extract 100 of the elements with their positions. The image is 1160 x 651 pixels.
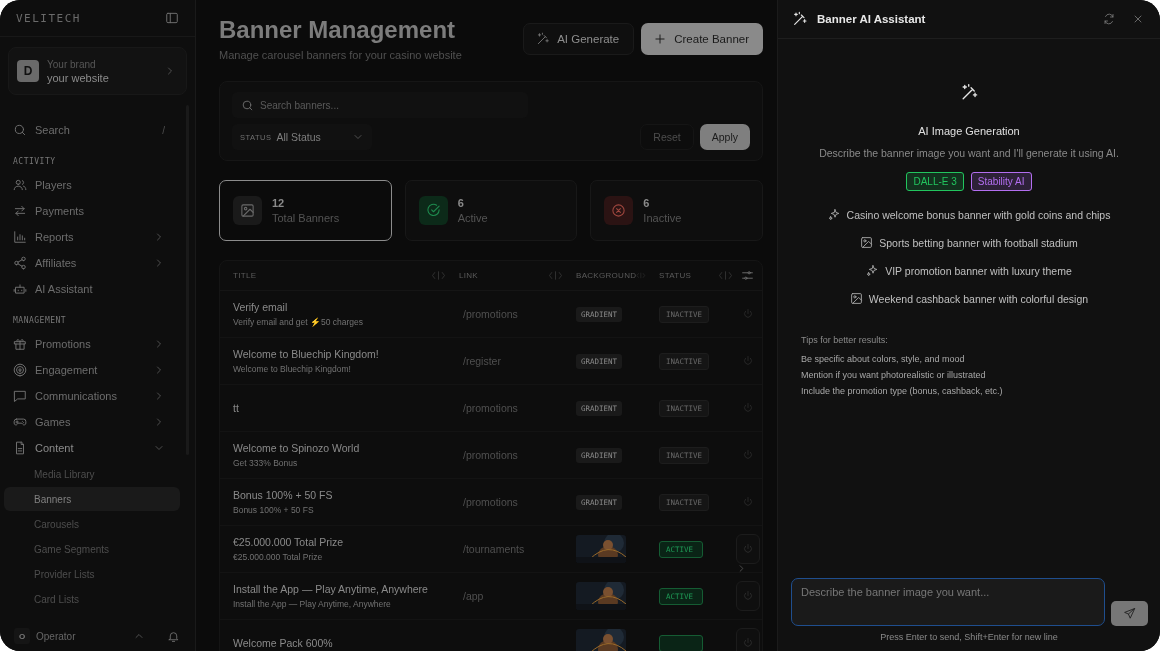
banner-title: tt [233,402,239,414]
suggestion-item[interactable]: Sports betting banner with football stadium [860,236,1078,249]
send-button[interactable] [1111,601,1148,626]
bell-icon[interactable] [167,629,180,643]
stat-card[interactable]: 6 Inactive [590,180,763,241]
banner-title: €25.000.000 Total Prize [233,536,344,548]
column-header[interactable]: TITLE [233,271,257,280]
chat-icon [13,389,27,403]
banner-title: Bonus 100% + 50 FS [233,489,333,501]
arrows-icon [13,204,27,218]
search-nav-item[interactable]: Search / [0,117,191,143]
stat-label: Active [457,212,488,224]
banner-subtitle: Install the App — Play Anytime, Anywhere [233,599,391,609]
power-button[interactable] [735,581,760,611]
nav-item[interactable]: Payments [0,198,191,224]
shortcut-key: / [162,124,165,136]
tip-text: Mention if you want photorealistic or illustrated [801,370,987,380]
plus-icon [653,32,668,46]
brand-label: Your brand [47,58,97,70]
power-icon[interactable] [741,402,754,414]
column-resize-icon[interactable] [718,271,733,280]
nav-item[interactable]: Communications [0,383,191,409]
banner-subtitle: Get 333% Bonus [233,458,298,468]
bar-chart-icon [13,230,27,244]
ai-generate-button[interactable]: AI Generate [523,23,635,55]
stat-card[interactable]: 6 Active [404,180,578,241]
reset-button[interactable]: Reset [640,124,694,150]
share-icon [13,256,27,270]
create-banner-button[interactable]: Create Banner [641,23,763,55]
user-name[interactable]: Operator [36,630,127,642]
banner-title: Install the App — Play Anytime, Anywhere [233,583,428,595]
target-icon [13,363,27,377]
suggestion-item[interactable]: VIP promotion banner with luxury theme [866,264,1072,277]
nav-item[interactable]: Promotions [0,331,191,357]
power-icon[interactable] [741,308,754,320]
user-avatar: O [14,628,30,644]
power-icon[interactable] [741,449,754,461]
nav-subitem[interactable]: Card Lists [4,587,180,611]
nav-subitem[interactable]: Media Library [4,462,180,486]
banner-subtitle: Verify email and get ⚡50 charges [233,317,364,327]
sparkle-icon [866,264,880,277]
search-icon [13,123,27,137]
power-icon[interactable] [741,355,754,367]
power-icon[interactable] [741,496,754,508]
description: Describe the banner image you want and I'll generate it using AI. [819,147,1119,159]
section-heading: ACTIVITY [12,156,57,168]
banner-title: Welcome Pack 600% [233,637,333,649]
column-header[interactable]: BACKGROUND [576,271,637,280]
brand-site: your website [47,71,110,84]
banner-title: Welcome to Spinozo World [233,442,360,454]
nav-item[interactable]: Players [0,172,191,198]
column-resize-icon[interactable] [548,271,563,280]
power-icon[interactable] [741,590,754,602]
column-settings-icon[interactable] [741,269,754,282]
stat-label: Total Banners [272,212,340,224]
nav-item[interactable]: Engagement [0,357,191,383]
power-icon[interactable] [741,543,754,555]
nav-item[interactable]: Games [0,409,191,435]
nav-item[interactable]: Reports [0,224,191,250]
tip-text: Be specific about colors, style, and mood [801,354,966,364]
nav-subitem[interactable]: Game Segments [4,537,180,561]
input-hint: Press Enter to send, Shift+Enter for new line [879,631,1059,644]
sidebar-toggle-icon[interactable] [165,11,179,25]
stat-label: Inactive [643,212,682,224]
banner-subtitle: €25.000.000 Total Prize [233,552,323,562]
logo: VELITECH [16,11,81,25]
nav-item[interactable]: Content [0,435,191,461]
apply-button[interactable]: Apply [699,124,750,150]
suggestion-item[interactable]: Weekend cashback banner with colorful design [849,292,1089,305]
document-icon [13,441,27,455]
check-circle-icon [425,203,441,218]
x-circle-icon [611,203,627,218]
stat-card[interactable]: 12 Total Banners [219,180,392,241]
tip-text: Include the promotion type (bonus, cashback, etc.) [801,386,1004,396]
brand-avatar: D [17,60,39,82]
nav-item[interactable]: Affiliates [0,250,191,276]
column-header[interactable]: LINK [459,271,478,280]
prompt-input[interactable]: Describe the banner image you want... [791,578,1105,626]
section-heading: MANAGEMENT [12,315,68,327]
power-button[interactable] [735,534,760,564]
column-header[interactable]: STATUS [659,271,692,280]
refresh-icon[interactable] [1103,13,1115,25]
stat-value: 6 [643,197,651,209]
model-tag: DALL-E 3 [906,172,964,191]
column-resize-icon[interactable] [431,271,446,280]
section-heading: AI Image Generation [918,125,1020,137]
close-icon[interactable] [1132,13,1144,25]
nav-item[interactable]: AI Assistant [0,276,191,302]
sparkle-icon [827,208,841,221]
banner-subtitle: Welcome to Bluechip Kingdom! [233,364,351,374]
nav-subitem[interactable]: Carousels [4,512,180,536]
power-button[interactable] [735,628,760,651]
banner-subtitle: Bonus 100% + 50 FS [233,505,314,515]
nav-subitem[interactable]: Banners [4,487,180,511]
image-icon [860,236,874,249]
brand-switcher[interactable]: D Your brand your website [8,47,187,95]
power-icon[interactable] [741,637,754,649]
nav-subitem[interactable]: Provider Lists [4,562,180,586]
suggestion-item[interactable]: Casino welcome bonus banner with gold coins and chips [827,208,1111,221]
tips-heading: Tips for better results: [801,335,889,345]
